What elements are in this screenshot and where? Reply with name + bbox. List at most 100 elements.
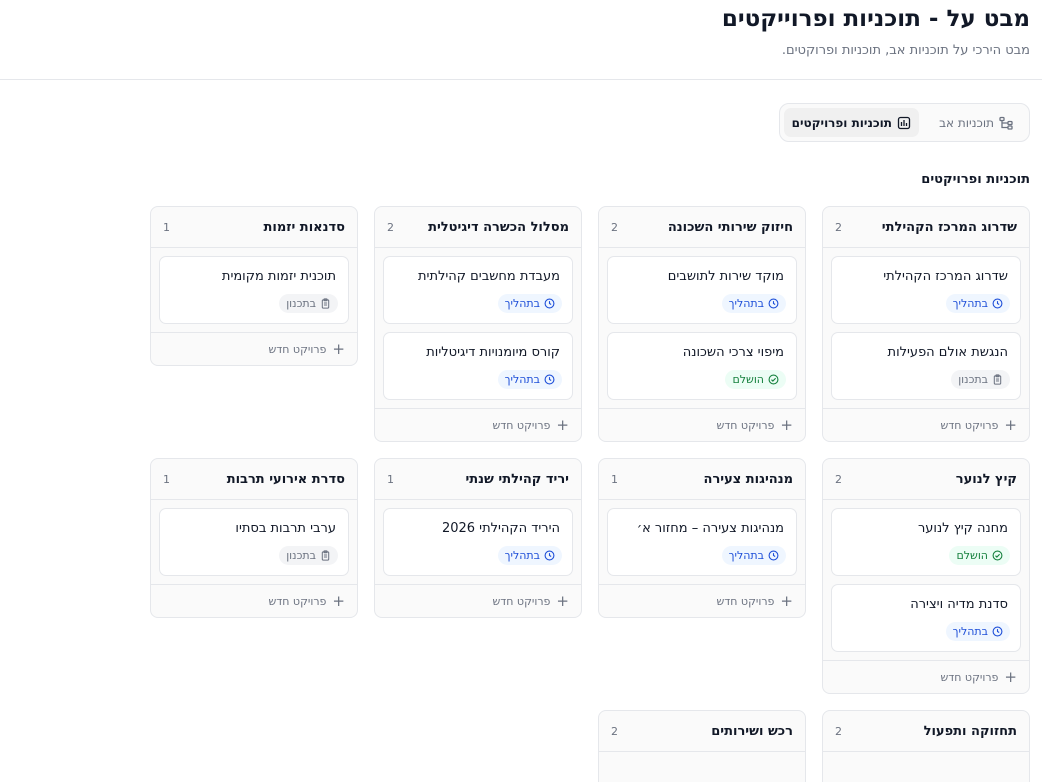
- status-badge: בתהליך: [721, 294, 786, 313]
- clipboard-icon: [321, 298, 330, 309]
- project-list: שדרוג המרכז הקהילתי בתהליך הנגשת אולם הפעי…: [823, 248, 1029, 400]
- program-title: סדנאות יזמות: [263, 219, 346, 235]
- status-label: בתהליך: [728, 297, 764, 310]
- status-label: בתהליך: [728, 549, 764, 562]
- check-circle-icon: [768, 374, 779, 385]
- status-label: בתכנון: [286, 549, 316, 562]
- project-count: 1: [163, 220, 170, 234]
- program-card: סדנאות יזמות 1 תוכנית יזמות מקומית בתכנון + פ…: [150, 206, 358, 366]
- program-card-header[interactable]: שדרוג המרכז הקהילתי 2: [823, 207, 1029, 248]
- tab-master-programs[interactable]: תוכניות אב: [931, 108, 1021, 137]
- section-title: תוכניות ופרויקטים: [921, 172, 1030, 187]
- status-badge: בתהליך: [497, 294, 562, 313]
- tab-programs-projects-label: תוכניות ופרויקטים: [791, 115, 892, 130]
- new-project-button[interactable]: + פרויקט חדש: [599, 584, 805, 617]
- page-title: מבט על - תוכניות ופרוייקטים: [721, 6, 1030, 32]
- plus-icon: +: [332, 339, 345, 358]
- project-list: מנהיגות צעירה – מחזור א׳ בתהליך: [599, 500, 805, 576]
- program-title: מסלול הכשרה דיגיטלית: [428, 219, 569, 235]
- program-card: תחזוקה ותפעול 2: [822, 710, 1030, 782]
- project-name: מוקד שירות לתושבים: [667, 269, 784, 284]
- project-item[interactable]: מעבדת מחשבים קהילתית בתהליך: [383, 256, 573, 324]
- status-label: בתכנון: [958, 373, 988, 386]
- program-card-header[interactable]: מסלול הכשרה דיגיטלית 2: [375, 207, 581, 248]
- project-list: [823, 752, 1029, 760]
- status-badge: בתהליך: [945, 294, 1010, 313]
- program-card-header[interactable]: סדרת אירועי תרבות 1: [151, 459, 357, 500]
- program-card: יריד קהילתי שנתי 1 היריד הקהילתי 2026 בתהלי…: [374, 458, 582, 618]
- program-title: מנהיגות צעירה: [703, 471, 793, 487]
- program-card: קיץ לנוער 2 מחנה קיץ לנוער הושלם סדנת מדיה ו…: [822, 458, 1030, 694]
- clock-icon: [768, 550, 779, 561]
- tab-programs-projects[interactable]: תוכניות ופרויקטים: [783, 108, 919, 137]
- new-project-button[interactable]: + פרויקט חדש: [151, 584, 357, 617]
- project-count: 2: [387, 220, 394, 234]
- project-item[interactable]: מנהיגות צעירה – מחזור א׳ בתהליך: [607, 508, 797, 576]
- new-project-button[interactable]: + פרויקט חדש: [599, 408, 805, 441]
- program-card: שדרוג המרכז הקהילתי 2 שדרוג המרכז הקהילתי ב…: [822, 206, 1030, 442]
- program-card-header[interactable]: רכש ושירותים 2: [599, 711, 805, 752]
- program-card-header[interactable]: יריד קהילתי שנתי 1: [375, 459, 581, 500]
- project-item[interactable]: מוקד שירות לתושבים בתהליך: [607, 256, 797, 324]
- tab-master-programs-label: תוכניות אב: [939, 115, 994, 130]
- status-badge: בתכנון: [279, 294, 338, 313]
- program-title: סדרת אירועי תרבות: [226, 471, 345, 487]
- status-badge: בתהליך: [945, 622, 1010, 641]
- project-name: מעבדת מחשבים קהילתית: [418, 269, 560, 284]
- project-name: מנהיגות צעירה – מחזור א׳: [636, 521, 784, 536]
- project-item[interactable]: מחנה קיץ לנוער הושלם: [831, 508, 1021, 576]
- status-badge: בתכנון: [951, 370, 1010, 389]
- project-item[interactable]: הנגשת אולם הפעילות בתכנון: [831, 332, 1021, 400]
- status-badge: בתהליך: [721, 546, 786, 565]
- program-title: יריד קהילתי שנתי: [465, 471, 569, 487]
- clock-icon: [544, 374, 555, 385]
- project-name: מחנה קיץ לנוער: [917, 521, 1008, 536]
- project-count: 2: [835, 472, 842, 486]
- project-count: 1: [163, 472, 170, 486]
- status-label: בתהליך: [504, 297, 540, 310]
- plus-icon: +: [780, 591, 793, 610]
- program-card-header[interactable]: מנהיגות צעירה 1: [599, 459, 805, 500]
- new-project-button[interactable]: + פרויקט חדש: [375, 408, 581, 441]
- program-card-header[interactable]: קיץ לנוער 2: [823, 459, 1029, 500]
- program-title: רכש ושירותים: [711, 723, 793, 739]
- new-project-label: פרויקט חדש: [268, 342, 327, 356]
- program-card: חיזוק שירותי השכונה 2 מוקד שירות לתושבים בת…: [598, 206, 806, 442]
- clock-icon: [544, 550, 555, 561]
- plus-icon: +: [780, 415, 793, 434]
- program-card-header[interactable]: תחזוקה ותפעול 2: [823, 711, 1029, 752]
- status-label: בתהליך: [504, 373, 540, 386]
- status-badge: הושלם: [725, 370, 786, 389]
- project-name: שדרוג המרכז הקהילתי: [883, 269, 1008, 284]
- project-name: סדנת מדיה ויצירה: [910, 597, 1008, 612]
- new-project-label: פרויקט חדש: [492, 418, 551, 432]
- program-card-header[interactable]: חיזוק שירותי השכונה 2: [599, 207, 805, 248]
- project-item[interactable]: סדנת מדיה ויצירה בתהליך: [831, 584, 1021, 652]
- status-label: בתהליך: [952, 297, 988, 310]
- project-name: ערבי תרבות בסתיו: [235, 521, 336, 536]
- new-project-button[interactable]: + פרויקט חדש: [823, 660, 1029, 693]
- plus-icon: +: [1004, 667, 1017, 686]
- project-item[interactable]: קורס מיומנויות דיגיטליות בתהליך: [383, 332, 573, 400]
- project-item[interactable]: תוכנית יזמות מקומית בתכנון: [159, 256, 349, 324]
- project-item[interactable]: מיפוי צרכי השכונה הושלם: [607, 332, 797, 400]
- program-card-header[interactable]: סדנאות יזמות 1: [151, 207, 357, 248]
- new-project-button[interactable]: + פרויקט חדש: [823, 408, 1029, 441]
- new-project-label: פרויקט חדש: [716, 418, 775, 432]
- project-item[interactable]: ערבי תרבות בסתיו בתכנון: [159, 508, 349, 576]
- clock-icon: [544, 298, 555, 309]
- status-badge: הושלם: [949, 546, 1010, 565]
- plus-icon: +: [556, 591, 569, 610]
- status-badge: בתכנון: [279, 546, 338, 565]
- status-label: הושלם: [732, 373, 764, 386]
- status-badge: בתהליך: [497, 546, 562, 565]
- plus-icon: +: [556, 415, 569, 434]
- project-item[interactable]: שדרוג המרכז הקהילתי בתהליך: [831, 256, 1021, 324]
- project-count: 2: [835, 724, 842, 738]
- new-project-label: פרויקט חדש: [492, 594, 551, 608]
- project-item[interactable]: היריד הקהילתי 2026 בתהליך: [383, 508, 573, 576]
- program-card: רכש ושירותים 2: [598, 710, 806, 782]
- new-project-button[interactable]: + פרויקט חדש: [375, 584, 581, 617]
- check-circle-icon: [992, 550, 1003, 561]
- new-project-button[interactable]: + פרויקט חדש: [151, 332, 357, 365]
